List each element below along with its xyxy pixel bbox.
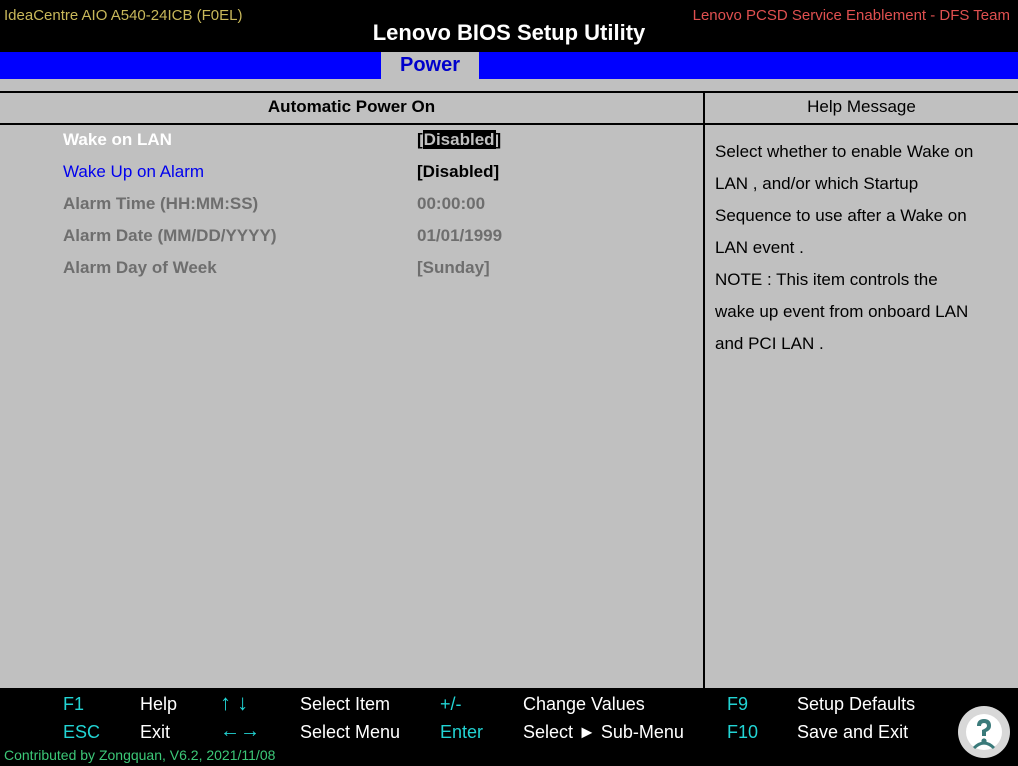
key-f10: F10 (727, 722, 759, 742)
key-up-down-arrows-icon: ↑ ↓ (220, 690, 249, 715)
key-enter: Enter (440, 722, 484, 742)
action-save-and-exit: Save and Exit (797, 722, 909, 742)
help-line: NOTE : This item controls the (715, 270, 938, 289)
action-select-menu: Select Menu (300, 722, 401, 742)
key-esc: ESC (63, 722, 101, 742)
setting-wake-on-lan-value[interactable]: [Disabled] (417, 130, 501, 150)
page-title: Lenovo BIOS Setup Utility (372, 20, 646, 45)
action-exit: Exit (140, 722, 171, 742)
action-change-values: Change Values (523, 694, 645, 714)
key-plus-minus: +/- (440, 694, 462, 714)
help-line: LAN , and/or which Startup (715, 174, 919, 193)
setting-wake-up-on-alarm-value[interactable]: [Disabled] (417, 162, 499, 182)
credit-text: Contributed by Zongquan, V6.2, 2021/11/0… (4, 747, 276, 763)
setting-alarm-time-label: Alarm Time (HH:MM:SS) (63, 194, 259, 213)
help-line: and PCI LAN . (715, 334, 824, 353)
setting-alarm-day-value: [Sunday] (417, 258, 490, 277)
setting-wake-on-lan-label[interactable]: Wake on LAN (63, 130, 172, 150)
divider-header (0, 123, 1018, 125)
key-left-right-arrows-icon: ←→ (220, 720, 260, 742)
tab-power[interactable]: Power (381, 52, 479, 79)
help-line: LAN event . (715, 238, 804, 257)
setting-alarm-day-label: Alarm Day of Week (63, 258, 217, 277)
action-select-item: Select Item (300, 694, 391, 714)
divider-top (0, 91, 1018, 93)
key-f1: F1 (63, 694, 85, 714)
question-mark-person-icon (958, 706, 1010, 758)
action-select-sub-menu: Select ► Sub-Menu (523, 722, 684, 742)
help-message: Select whether to enable Wake on LAN , a… (715, 136, 1005, 360)
help-title: Help Message (807, 97, 916, 116)
help-line: Select whether to enable Wake on (715, 142, 974, 161)
setting-alarm-time-value: 00:00:00 (417, 194, 486, 213)
setting-alarm-date-label: Alarm Date (MM/DD/YYYY) (63, 226, 277, 245)
divider-vertical (703, 93, 705, 689)
setting-wake-up-on-alarm-label[interactable]: Wake Up on Alarm (63, 162, 204, 182)
action-help: Help (140, 694, 178, 714)
help-line: wake up event from onboard LAN (715, 302, 969, 321)
help-line: Sequence to use after a Wake on (715, 206, 967, 225)
setting-alarm-date-value: 01/01/1999 (417, 226, 503, 245)
section-title: Automatic Power On (267, 97, 436, 116)
action-setup-defaults: Setup Defaults (797, 694, 916, 714)
tab-bar (0, 52, 1018, 79)
key-f9: F9 (727, 694, 749, 714)
selected-value[interactable]: Disabled (422, 130, 496, 149)
